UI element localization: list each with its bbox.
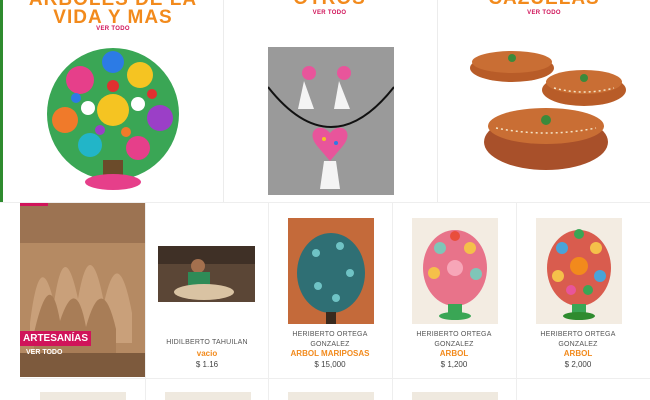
promo-accent-tab <box>20 203 48 206</box>
category-title-line2: VIDA Y MAS <box>53 7 173 28</box>
product-image[interactable] <box>412 392 498 400</box>
product-card[interactable]: HERIBERTO ORTEGA GONZALEZ ARBOL MARIPOSA… <box>270 205 390 375</box>
category-title[interactable]: ARBOLES DE LA VIDA Y MAS <box>6 0 220 27</box>
grid-divider <box>268 203 269 400</box>
product-price: $ 2,000 <box>564 360 592 369</box>
product-price: $ 1,200 <box>440 360 468 369</box>
clay-pots-image[interactable] <box>466 42 626 176</box>
product-image[interactable] <box>536 218 622 324</box>
product-image[interactable] <box>165 392 251 400</box>
artesanias-promo-tile[interactable]: ARTESANÍAS VER TODO <box>20 203 145 377</box>
ver-todo-link[interactable]: VER TODO <box>6 26 220 32</box>
seller-name: HERIBERTO ORTEGA GONZALEZ <box>518 330 638 350</box>
product-name[interactable]: ARBOL <box>394 349 514 358</box>
earrings-necklace-image[interactable] <box>268 47 394 195</box>
product-image[interactable] <box>412 218 498 324</box>
category-card-otros[interactable]: OTROS VER TODO <box>223 0 435 202</box>
product-price: $ 15,000 <box>314 360 346 369</box>
seller-name-line1: HERIBERTO ORTEGA <box>540 331 616 338</box>
product-image[interactable] <box>40 392 126 400</box>
product-price: $ 1.16 <box>195 360 219 369</box>
grid-divider <box>20 378 650 379</box>
product-card[interactable]: HIDILBERTO TAHUILAN vacio $ 1.16 <box>147 205 267 375</box>
category-card-arboles[interactable]: ARBOLES DE LA VIDA Y MAS VER TODO <box>6 0 220 202</box>
ver-todo-link[interactable]: VER TODO <box>438 10 650 16</box>
ver-todo-link[interactable]: VER TODO <box>224 10 435 16</box>
seller-name: HERIBERTO ORTEGA GONZALEZ <box>394 330 514 350</box>
product-image[interactable] <box>158 246 255 302</box>
grid-divider <box>392 203 393 400</box>
grid-divider <box>516 203 517 400</box>
tree-of-life-image[interactable] <box>40 40 186 192</box>
category-title[interactable]: OTROS <box>224 0 435 8</box>
category-title[interactable]: CAZUELAS <box>438 0 650 8</box>
category-card-cazuelas[interactable]: CAZUELAS VER TODO <box>437 0 650 202</box>
left-accent-bar <box>0 0 3 202</box>
product-image[interactable] <box>288 218 374 324</box>
product-image[interactable] <box>288 392 374 400</box>
seller-name: HERIBERTO ORTEGA GONZALEZ <box>270 330 390 350</box>
grid-divider <box>145 203 146 400</box>
product-name[interactable]: ARBOL <box>518 349 638 358</box>
product-name[interactable]: vacio <box>147 349 267 358</box>
seller-name-line1: HERIBERTO ORTEGA <box>292 331 368 338</box>
product-card[interactable]: HERIBERTO ORTEGA GONZALEZ ARBOL $ 2,000 <box>518 205 638 375</box>
ver-todo-link[interactable]: VER TODO <box>26 349 62 356</box>
seller-name: HIDILBERTO TAHUILAN <box>166 339 248 346</box>
product-card[interactable]: HERIBERTO ORTEGA GONZALEZ ARBOL $ 1,200 <box>394 205 514 375</box>
product-name[interactable]: ARBOL MARIPOSAS <box>270 349 390 358</box>
promo-label[interactable]: ARTESANÍAS <box>20 331 92 346</box>
seller-name-line1: HERIBERTO ORTEGA <box>416 331 492 338</box>
